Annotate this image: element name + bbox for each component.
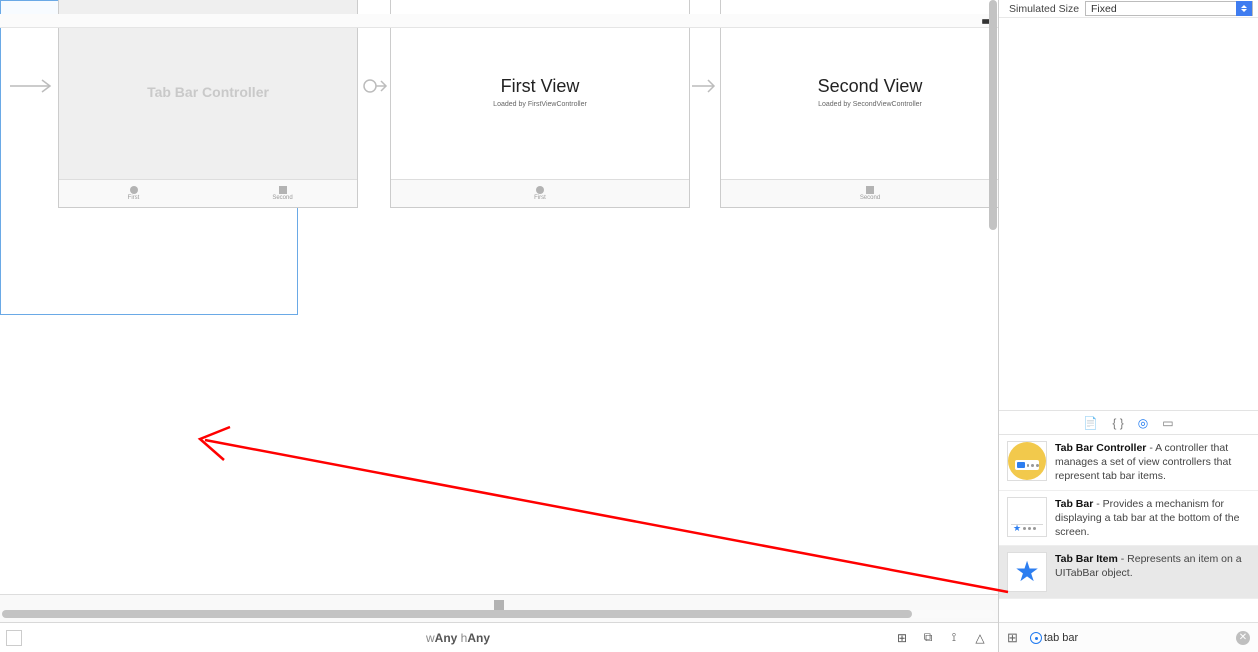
code-snippets-tab-icon[interactable]: { } xyxy=(1112,416,1123,430)
chevron-updown-icon xyxy=(1236,1,1252,16)
circle-icon xyxy=(536,186,544,194)
inspector-body-blank xyxy=(999,18,1258,411)
align-icon[interactable]: ⧉ xyxy=(920,630,936,646)
tab-bar-controller-icon xyxy=(1007,441,1047,481)
media-library-tab-icon[interactable]: ▭ xyxy=(1162,416,1173,430)
first-view-subtitle: Loaded by FirstViewController xyxy=(391,101,689,108)
stack-icon[interactable]: ⊞ xyxy=(894,630,910,646)
second-view-subtitle: Loaded by SecondViewController xyxy=(721,101,998,108)
file-templates-tab-icon[interactable]: 📄 xyxy=(1083,416,1098,430)
canvas-horizontal-scrollbar[interactable] xyxy=(2,608,994,620)
tab-item-first[interactable]: First xyxy=(59,180,208,207)
grid-view-toggle-icon[interactable]: ⊞ xyxy=(1007,630,1018,646)
library-item-tab-bar-controller[interactable]: Tab Bar Controller - A controller that m… xyxy=(999,435,1258,491)
segue-to-second[interactable] xyxy=(692,76,722,96)
square-icon xyxy=(866,186,874,194)
scrollbar-thumb[interactable] xyxy=(989,0,997,230)
entry-point-arrow xyxy=(10,76,60,96)
library-tabs: 📄 { } ◎ ▭ xyxy=(999,411,1258,435)
editor-bottom-bar: wAny hAny ⊞ ⧉ ⟟ △ xyxy=(0,622,998,652)
storyboard-canvas[interactable]: Tab Bar Controller First Second First Vi… xyxy=(0,0,998,622)
scene-second-view[interactable]: Second View Loaded by SecondViewControll… xyxy=(720,0,998,208)
simulated-size-select[interactable]: Fixed xyxy=(1085,1,1253,16)
tab-item-second[interactable]: Second xyxy=(208,180,357,207)
tab-bar-controller-label: Tab Bar Controller xyxy=(59,84,357,100)
first-view-title: First View xyxy=(391,76,689,97)
second-view-title: Second View xyxy=(721,76,998,97)
clear-search-button[interactable]: ✕ xyxy=(1236,631,1250,645)
first-view-tabbar: First xyxy=(391,179,689,207)
library-search[interactable] xyxy=(1024,628,1230,647)
tab-bar-icon: ★ xyxy=(1007,497,1047,537)
status-bar xyxy=(0,14,998,28)
library-search-input[interactable] xyxy=(1024,629,1230,647)
object-library-tab-icon[interactable]: ◎ xyxy=(1138,416,1148,430)
simulated-size-label: Simulated Size xyxy=(1009,3,1079,15)
inspector-panel: Simulated Size Fixed 📄 { } ◎ ▭ Tab Bar C… xyxy=(998,0,1258,652)
scrollbar-thumb[interactable] xyxy=(2,610,912,618)
object-library-list[interactable]: Tab Bar Controller - A controller that m… xyxy=(999,435,1258,622)
tab-bar-item-icon: ★ xyxy=(1007,552,1047,592)
pin-icon[interactable]: ⟟ xyxy=(946,630,962,646)
library-item-tab-bar-item[interactable]: ★ Tab Bar Item - Represents an item on a… xyxy=(999,546,1258,599)
autolayout-tools: ⊞ ⧉ ⟟ △ xyxy=(894,630,998,646)
simulated-size-row: Simulated Size Fixed xyxy=(999,0,1258,18)
size-class-control[interactable]: wAny hAny xyxy=(22,631,894,645)
outline-toggle-button[interactable] xyxy=(6,630,22,646)
library-item-tab-bar[interactable]: ★ Tab Bar - Provides a mechanism for dis… xyxy=(999,491,1258,547)
scene-tab-bar-controller[interactable]: Tab Bar Controller First Second xyxy=(58,0,358,208)
stop-filter-icon xyxy=(1030,632,1042,644)
resolve-icon[interactable]: △ xyxy=(972,630,988,646)
circle-icon xyxy=(130,186,138,194)
second-view-tabbar: Second xyxy=(721,179,998,207)
tab-bar: First Second xyxy=(59,179,357,207)
square-icon xyxy=(279,186,287,194)
canvas-vertical-scrollbar[interactable] xyxy=(988,0,998,620)
scene-first-view[interactable]: First View Loaded by FirstViewController… xyxy=(390,0,690,208)
segue-to-first[interactable] xyxy=(360,76,390,96)
library-filter-bar: ⊞ ✕ xyxy=(999,622,1258,652)
